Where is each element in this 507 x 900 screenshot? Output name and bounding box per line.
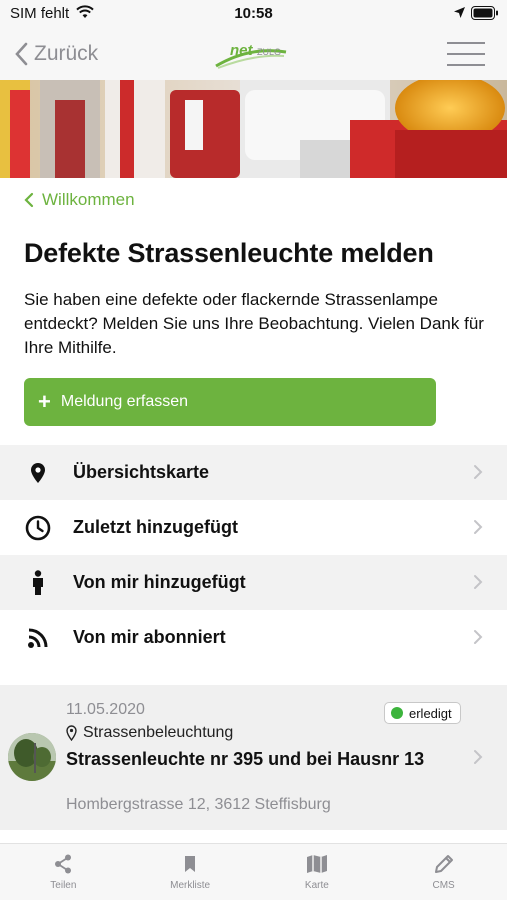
chevron-right-icon: [473, 629, 483, 650]
create-report-button[interactable]: + Meldung erfassen: [24, 378, 436, 426]
hamburger-menu-button[interactable]: [447, 40, 485, 68]
person-icon: [24, 569, 52, 597]
hero-image: [0, 80, 507, 178]
menu-item-overview-map[interactable]: Übersichtskarte: [0, 445, 507, 500]
report-category: Strassenbeleuchtung: [66, 724, 233, 742]
status-badge: erledigt: [384, 702, 461, 724]
breadcrumb-welcome-link[interactable]: Willkommen: [24, 190, 135, 210]
map-pin-outline-icon: [66, 725, 77, 741]
chevron-right-icon: [473, 464, 483, 485]
svg-text:ZULG: ZULG: [257, 47, 281, 57]
menu-item-added-by-me[interactable]: Von mir hinzugefügt: [0, 555, 507, 610]
svg-text:net: net: [230, 42, 254, 59]
tab-label: CMS: [432, 880, 455, 891]
menu-item-subscribed[interactable]: Von mir abonniert: [0, 610, 507, 665]
share-icon: [54, 853, 72, 875]
create-report-label: Meldung erfassen: [60, 393, 189, 410]
map-icon: [306, 853, 328, 875]
rss-icon: [24, 624, 52, 652]
menu-item-label: Übersichtskarte: [73, 462, 210, 482]
tab-map[interactable]: Karte: [254, 844, 381, 900]
tab-bar: Teilen Merkliste Karte CMS: [0, 843, 507, 900]
plus-icon: +: [38, 389, 51, 414]
pencil-icon: [434, 853, 454, 875]
location-arrow-icon: [453, 6, 466, 24]
report-thumbnail: [8, 733, 56, 781]
tab-cms[interactable]: CMS: [380, 844, 507, 900]
report-title: Strassenleuchte nr 395 und bei Hausnr 13: [66, 749, 425, 769]
map-pin-icon: [24, 459, 52, 487]
chevron-left-icon: [24, 192, 34, 208]
tab-bookmarks[interactable]: Merkliste: [127, 844, 254, 900]
chevron-right-icon: [473, 519, 483, 540]
battery-icon: [471, 6, 499, 25]
intro-text: Sie haben eine defekte oder flackernde S…: [24, 290, 484, 357]
menu-item-label: Von mir abonniert: [73, 627, 226, 647]
tab-label: Teilen: [50, 880, 77, 891]
back-button[interactable]: Zurück: [14, 38, 98, 70]
menu-item-label: Zuletzt hinzugefügt: [73, 517, 238, 537]
menu-list: Übersichtskarte Zuletzt hinzugefügt Von …: [0, 445, 507, 665]
chevron-right-icon: [473, 574, 483, 595]
menu-item-label: Von mir hinzugefügt: [73, 572, 246, 592]
netzulg-logo: net ZULG: [214, 40, 288, 70]
report-date: 11.05.2020: [66, 701, 145, 718]
report-category-label: Strassenbeleuchtung: [83, 724, 234, 741]
report-address: Hombergstrasse 12, 3612 Steffisburg: [66, 796, 331, 813]
clock-icon: [24, 514, 52, 542]
page-title: Defekte Strassenleuchte melden: [24, 238, 434, 268]
bookmark-icon: [184, 853, 196, 875]
tab-label: Karte: [304, 880, 329, 891]
chevron-left-icon: [15, 42, 28, 66]
status-label: erledigt: [409, 705, 452, 721]
clock-time: 10:58: [234, 5, 273, 22]
status-dot-icon: [391, 707, 403, 719]
navigation-bar: Zurück net ZULG: [0, 28, 507, 80]
tab-share[interactable]: Teilen: [0, 844, 127, 900]
menu-item-recently-added[interactable]: Zuletzt hinzugefügt: [0, 500, 507, 555]
tab-label: Merkliste: [170, 880, 211, 891]
back-label: Zurück: [34, 42, 99, 65]
report-card[interactable]: 11.05.2020 erledigt Strassenbeleuchtung …: [0, 685, 507, 830]
breadcrumb-label: Willkommen: [42, 190, 135, 209]
status-bar: SIM fehlt 10:58: [0, 0, 507, 28]
chevron-right-icon: [473, 749, 483, 770]
